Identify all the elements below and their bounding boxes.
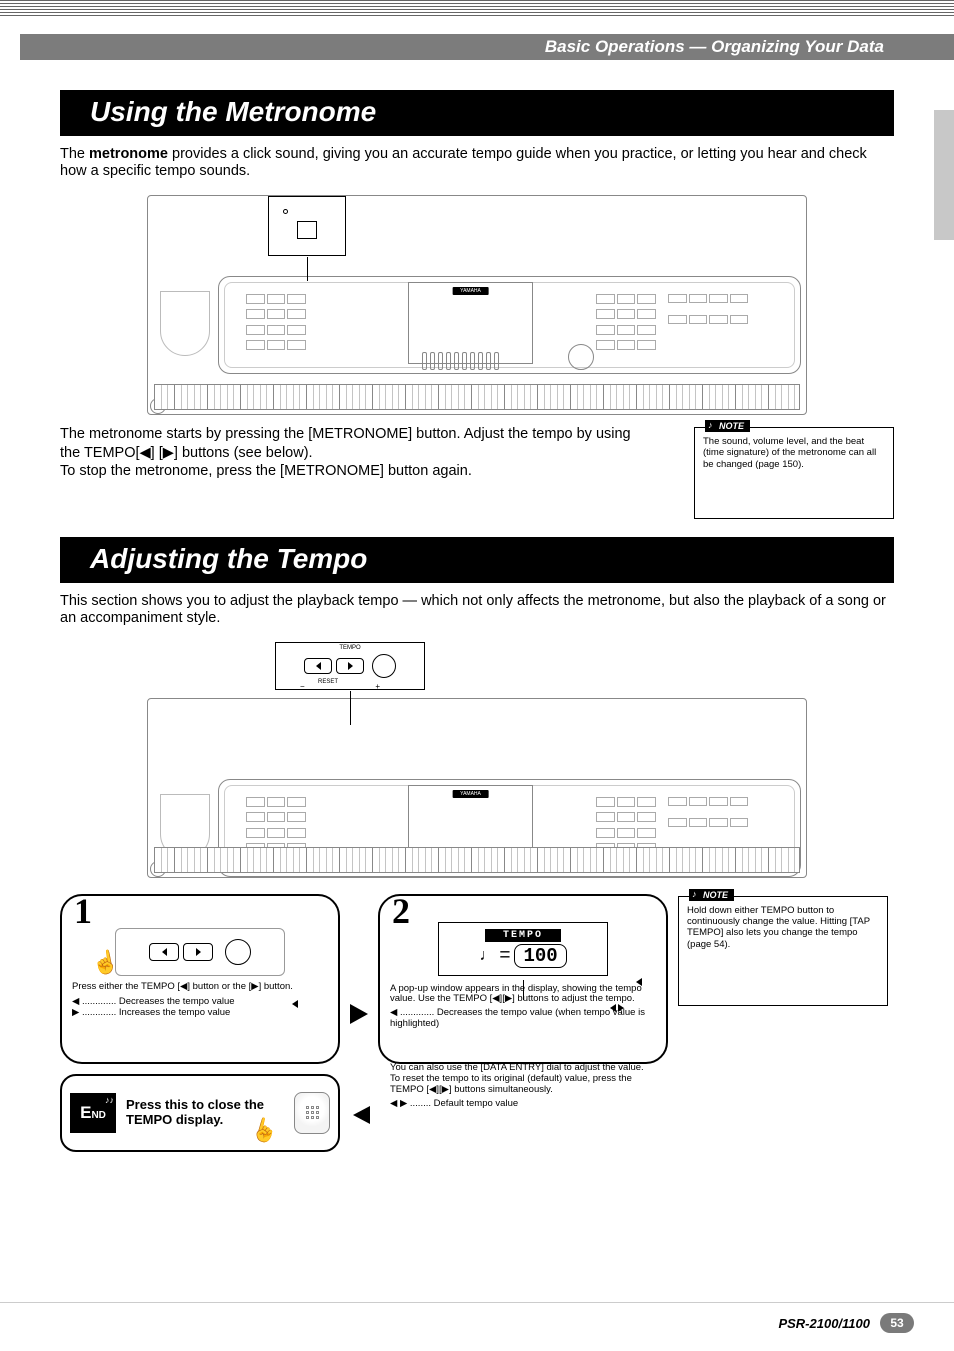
keyboard-diagram-1: YAMAHA 12345678 PSR-2100	[147, 195, 807, 415]
header-bar: Basic Operations — Organizing Your Data	[20, 34, 954, 60]
tempo-display: TEMPO ♩=100	[438, 922, 608, 976]
arrow-left-icon	[353, 1106, 370, 1124]
section-heading-metronome: Using the Metronome	[60, 90, 894, 136]
step-1-text: Press either the TEMPO [◀] button or the…	[72, 982, 328, 993]
note-box-1: NOTE The sound, volume level, and the be…	[694, 427, 894, 519]
end-badge: END♪♪	[70, 1093, 116, 1133]
metronome-instructions: The metronome starts by pressing the [ME…	[60, 425, 654, 519]
tempo-intro: This section shows you to adjust the pla…	[60, 593, 894, 628]
end-box: END♪♪ Press this to close the TEMPO disp…	[60, 1074, 340, 1152]
tap-tempo-icon	[372, 654, 396, 678]
steps-row: 1 ☝ Press either the TEMPO [◀] button or…	[60, 894, 894, 1064]
tempo-buttons-detail	[115, 928, 285, 976]
hand-icon: ☝	[90, 947, 122, 977]
step-2-text-b: You can also use the [DATA ENTRY] dial t…	[390, 1063, 656, 1096]
arrow-right-icon	[350, 1004, 368, 1024]
page-footer: PSR-2100/1100 53	[778, 1313, 914, 1333]
metronome-button-callout	[268, 196, 346, 256]
note-icon: NOTE	[689, 889, 734, 901]
step-1-box: 1 ☝ Press either the TEMPO [◀] button or…	[60, 894, 340, 1064]
exit-button-icon	[294, 1092, 330, 1134]
page-number: 53	[880, 1313, 914, 1333]
breadcrumb: Basic Operations — Organizing Your Data	[545, 37, 884, 57]
keyboard-diagram-2: TEMPO RESET −+ YAMAHA 12345678 PSR-2100	[147, 642, 807, 882]
tempo-button-callout: TEMPO RESET −+	[275, 642, 425, 690]
note-icon: NOTE	[705, 420, 750, 432]
metronome-intro: The metronome provides a click sound, gi…	[60, 146, 894, 181]
section-heading-tempo: Adjusting the Tempo	[60, 537, 894, 583]
side-tab	[934, 110, 954, 240]
step-2-box: 2 TEMPO ♩=100 A pop-up window appears in…	[378, 894, 668, 1064]
note-box-2: NOTE Hold down either TEMPO button to co…	[678, 896, 888, 1006]
